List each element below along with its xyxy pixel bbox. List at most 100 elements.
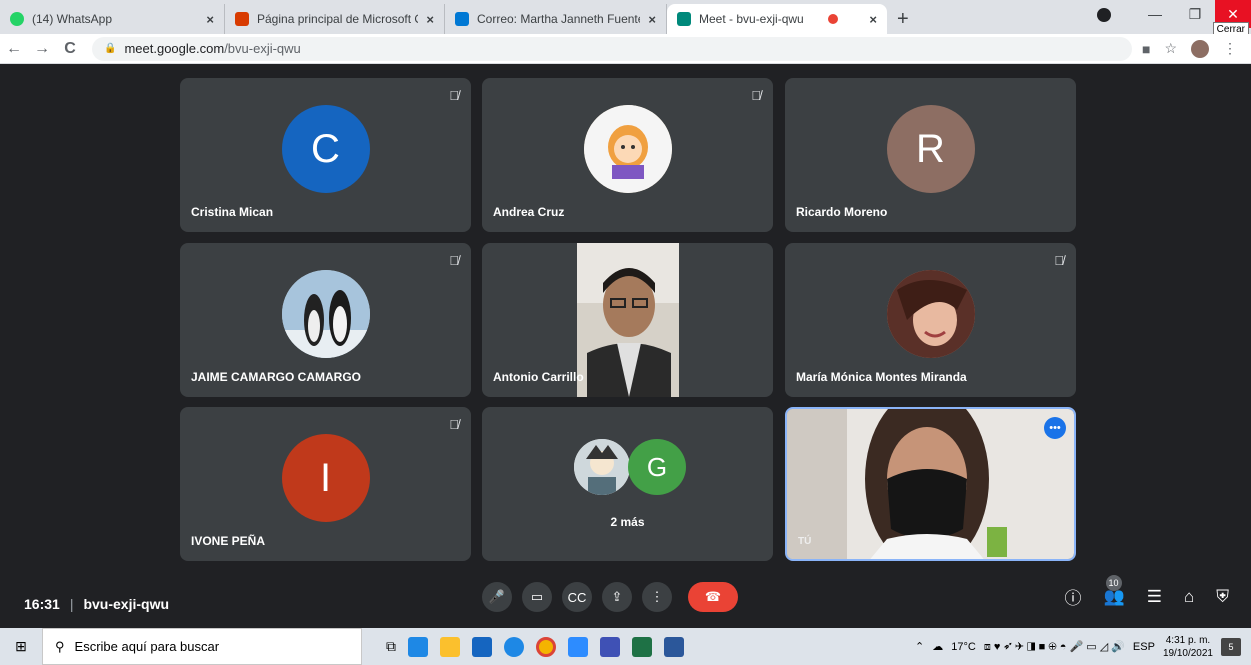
reload-button[interactable]: C bbox=[56, 40, 84, 58]
url-input[interactable]: 🔒 meet.google.com/bvu-exji-qwu bbox=[92, 36, 1132, 61]
recording-icon bbox=[827, 14, 838, 24]
meet-icon bbox=[677, 12, 691, 26]
minimize-button[interactable]: — bbox=[1135, 0, 1175, 28]
tab-label: Página principal de Microsoft Off bbox=[257, 12, 419, 26]
participant-name: IVONE PEÑA bbox=[191, 534, 266, 548]
menu-kebab-icon[interactable]: ⋮ bbox=[1223, 40, 1237, 57]
mic-off-icon: 🎙̸ bbox=[449, 253, 459, 268]
avatar: C bbox=[281, 105, 370, 193]
participant-name: JAIME CAMARGO CAMARGO bbox=[191, 370, 361, 384]
task-view-icon[interactable]: ⧉ bbox=[386, 638, 396, 655]
self-view-tile[interactable]: ••• TÚ bbox=[785, 407, 1076, 561]
more-participants-label: 2 más bbox=[610, 515, 645, 529]
participant-tile[interactable]: 🎙̸ I IVONE PEÑA bbox=[180, 407, 471, 561]
participant-name: Cristina Mican bbox=[191, 205, 274, 219]
language-indicator[interactable]: ESP bbox=[1133, 641, 1155, 653]
windows-start-icon[interactable]: ⊞ bbox=[0, 638, 42, 655]
mic-off-icon: 🎙̸ bbox=[1054, 253, 1064, 268]
close-tab-icon[interactable]: × bbox=[861, 12, 877, 27]
excel-icon[interactable] bbox=[632, 636, 652, 657]
cloud-app-icon[interactable] bbox=[408, 636, 428, 657]
chat-icon[interactable]: ☰ bbox=[1147, 587, 1162, 607]
tab-label: Correo: Martha Janneth Fuentes bbox=[477, 12, 641, 26]
more-participants-tile[interactable]: G 2 más bbox=[482, 407, 773, 561]
close-tab-icon[interactable]: × bbox=[198, 12, 214, 27]
participant-tile[interactable]: 🎙̸ C Cristina Mican bbox=[180, 78, 471, 232]
profile-avatar[interactable] bbox=[1191, 39, 1209, 58]
present-screen-button[interactable]: ⇪ bbox=[602, 582, 632, 612]
tab-microsoft-office[interactable]: Página principal de Microsoft Off × bbox=[225, 4, 445, 34]
url-domain: meet.google.com bbox=[124, 41, 225, 56]
close-tab-icon[interactable]: × bbox=[640, 12, 656, 27]
participant-count-badge: 10 bbox=[1105, 574, 1122, 591]
participant-tile[interactable]: 🎙̸ María Mónica Montes Miranda bbox=[785, 243, 1076, 397]
chrome-icon[interactable] bbox=[536, 636, 556, 657]
more-options-icon[interactable]: ••• bbox=[1044, 417, 1066, 439]
participant-tile[interactable]: R Ricardo Moreno bbox=[785, 78, 1076, 232]
participants-button[interactable]: 👥 10 bbox=[1104, 574, 1125, 607]
tray-icons[interactable]: ⧈ ♥ ➶ ✈ ◨ ■ ⊕ ◓ 🎤 ▭ ◿ 🔊 bbox=[984, 640, 1125, 654]
participant-name: TÚ bbox=[798, 536, 812, 547]
tab-outlook-mail[interactable]: Correo: Martha Janneth Fuentes × bbox=[445, 4, 667, 34]
browser-tab-bar: (14) WhatsApp × Página principal de Micr… bbox=[0, 0, 1251, 37]
back-button[interactable]: ← bbox=[0, 40, 28, 58]
activities-icon[interactable]: ⌂ bbox=[1184, 587, 1194, 607]
clock-time: 4:31 p. m. bbox=[1165, 634, 1211, 646]
tab-google-meet[interactable]: Meet - bvu-exji-qwu × bbox=[667, 4, 887, 34]
avatar: I bbox=[281, 434, 370, 522]
avatar bbox=[281, 270, 370, 358]
camera-button[interactable]: ▭ bbox=[522, 582, 552, 612]
whatsapp-icon bbox=[10, 12, 24, 26]
meeting-time: 16:31 bbox=[24, 596, 60, 612]
taskbar-search-input[interactable]: ⚲ Escribe aquí para buscar bbox=[42, 628, 362, 665]
participant-tile[interactable]: Antonio Carrillo bbox=[482, 243, 773, 397]
teamviewer-icon[interactable] bbox=[504, 636, 524, 657]
new-tab-button[interactable]: + bbox=[897, 4, 909, 34]
participant-tile[interactable]: 🎙̸ Andrea Cruz bbox=[482, 78, 773, 232]
l-app-icon[interactable] bbox=[472, 636, 492, 657]
meeting-info: 16:31 | bvu-exji-qwu bbox=[24, 596, 170, 612]
captions-button[interactable]: CC bbox=[562, 582, 592, 612]
participant-name: María Mónica Montes Miranda bbox=[796, 370, 967, 384]
notifications-icon[interactable]: 5 bbox=[1221, 637, 1241, 656]
clock[interactable]: 4:31 p. m. 19/10/2021 bbox=[1163, 634, 1213, 660]
participant-name: Antonio Carrillo bbox=[493, 370, 584, 384]
search-icon: ⚲ bbox=[55, 638, 65, 654]
windows-taskbar: ⊞ ⚲ Escribe aquí para buscar ⧉ ⌃ ☁ 17°C … bbox=[0, 628, 1251, 665]
lock-icon: 🔒 bbox=[104, 43, 117, 54]
zoom-icon[interactable] bbox=[568, 636, 588, 657]
avatar: G bbox=[628, 439, 686, 495]
tab-whatsapp[interactable]: (14) WhatsApp × bbox=[0, 4, 225, 34]
avatar bbox=[574, 439, 630, 495]
meeting-code: bvu-exji-qwu bbox=[83, 596, 170, 612]
forward-button[interactable]: → bbox=[28, 40, 56, 58]
host-controls-icon[interactable]: ⛨ bbox=[1216, 587, 1229, 607]
self-video bbox=[787, 409, 1074, 559]
weather-icon[interactable]: ☁ bbox=[932, 640, 943, 653]
microphone-button[interactable]: 🎤 bbox=[482, 582, 512, 612]
bookmark-star-icon[interactable]: ☆ bbox=[1164, 40, 1177, 57]
photos-icon[interactable] bbox=[600, 636, 620, 657]
meeting-details-icon[interactable]: ⓘ bbox=[1065, 584, 1082, 609]
participant-name: Ricardo Moreno bbox=[796, 205, 888, 219]
clock-date: 19/10/2021 bbox=[1162, 647, 1213, 659]
address-bar: ← → C 🔒 meet.google.com/bvu-exji-qwu ■ ☆… bbox=[0, 34, 1251, 64]
mic-off-icon: 🎙̸ bbox=[449, 417, 459, 432]
file-explorer-icon[interactable] bbox=[440, 636, 460, 657]
avatar bbox=[583, 105, 672, 193]
temperature: 17°C bbox=[951, 640, 976, 653]
mic-off-icon: 🎙̸ bbox=[751, 88, 761, 103]
leave-call-button[interactable]: ☎ bbox=[688, 582, 738, 612]
close-tab-icon[interactable]: × bbox=[418, 12, 434, 27]
participant-tile[interactable]: 🎙̸ JAIME CAMARGO CAMARGO bbox=[180, 243, 471, 397]
profile-icon[interactable] bbox=[1097, 8, 1111, 22]
participant-video bbox=[577, 243, 679, 397]
mic-off-icon: 🎙̸ bbox=[449, 88, 459, 103]
word-icon[interactable] bbox=[664, 636, 684, 657]
restore-button[interactable]: ❐ bbox=[1175, 0, 1215, 28]
more-options-button[interactable]: ⋮ bbox=[642, 582, 672, 612]
show-hidden-icons[interactable]: ⌃ bbox=[915, 640, 924, 653]
url-path: /bvu-exji-qwu bbox=[224, 41, 301, 56]
meet-stage: 🎙̸ C Cristina Mican 🎙̸ Andrea Cruz R Ric… bbox=[0, 65, 1251, 582]
camera-indicator-icon[interactable]: ■ bbox=[1142, 41, 1150, 57]
